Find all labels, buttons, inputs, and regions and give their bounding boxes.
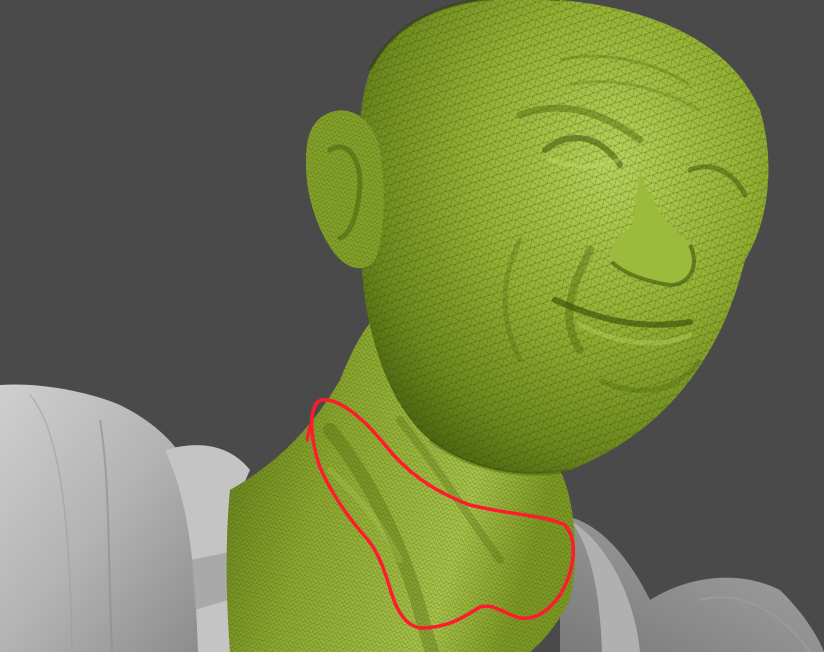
sculpt-scene (0, 0, 824, 652)
viewport[interactable] (0, 0, 824, 652)
